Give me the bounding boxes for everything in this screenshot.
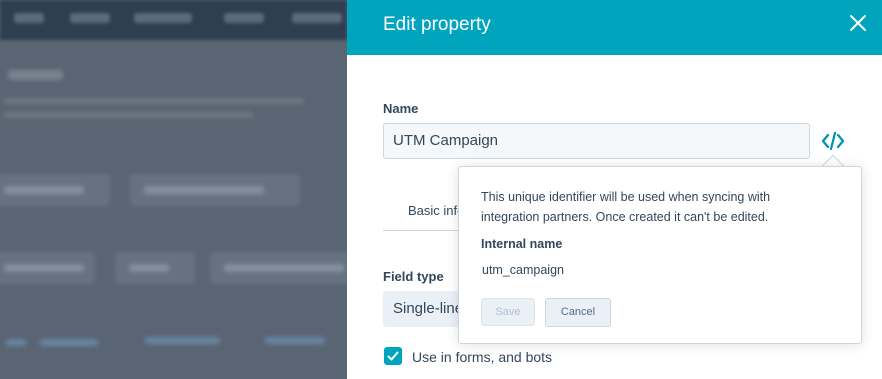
internal-name-label: Internal name [481, 237, 563, 251]
cancel-button[interactable]: Cancel [545, 298, 611, 327]
use-in-forms-checkbox[interactable] [384, 347, 402, 365]
popover-description: This unique identifier will be used when… [481, 190, 771, 224]
tab-divider [383, 230, 463, 231]
tab-basic-info[interactable]: Basic info [408, 203, 464, 218]
panel-title: Edit property [383, 14, 491, 35]
save-button[interactable]: Save [481, 298, 535, 326]
background-app [0, 0, 347, 379]
code-icon[interactable] [821, 130, 845, 152]
close-icon[interactable] [849, 14, 867, 32]
internal-name-value: utm_campaign [482, 263, 564, 277]
name-label: Name [383, 101, 419, 116]
field-type-label: Field type [383, 269, 444, 284]
background-top-nav [0, 0, 347, 40]
check-icon [387, 351, 399, 361]
panel-header: Edit property [347, 0, 882, 55]
name-input[interactable]: UTM Campaign [383, 123, 810, 159]
use-in-forms-label: Use in forms, and bots [412, 349, 553, 365]
internal-name-popover: This unique identifier will be used when… [458, 166, 862, 344]
